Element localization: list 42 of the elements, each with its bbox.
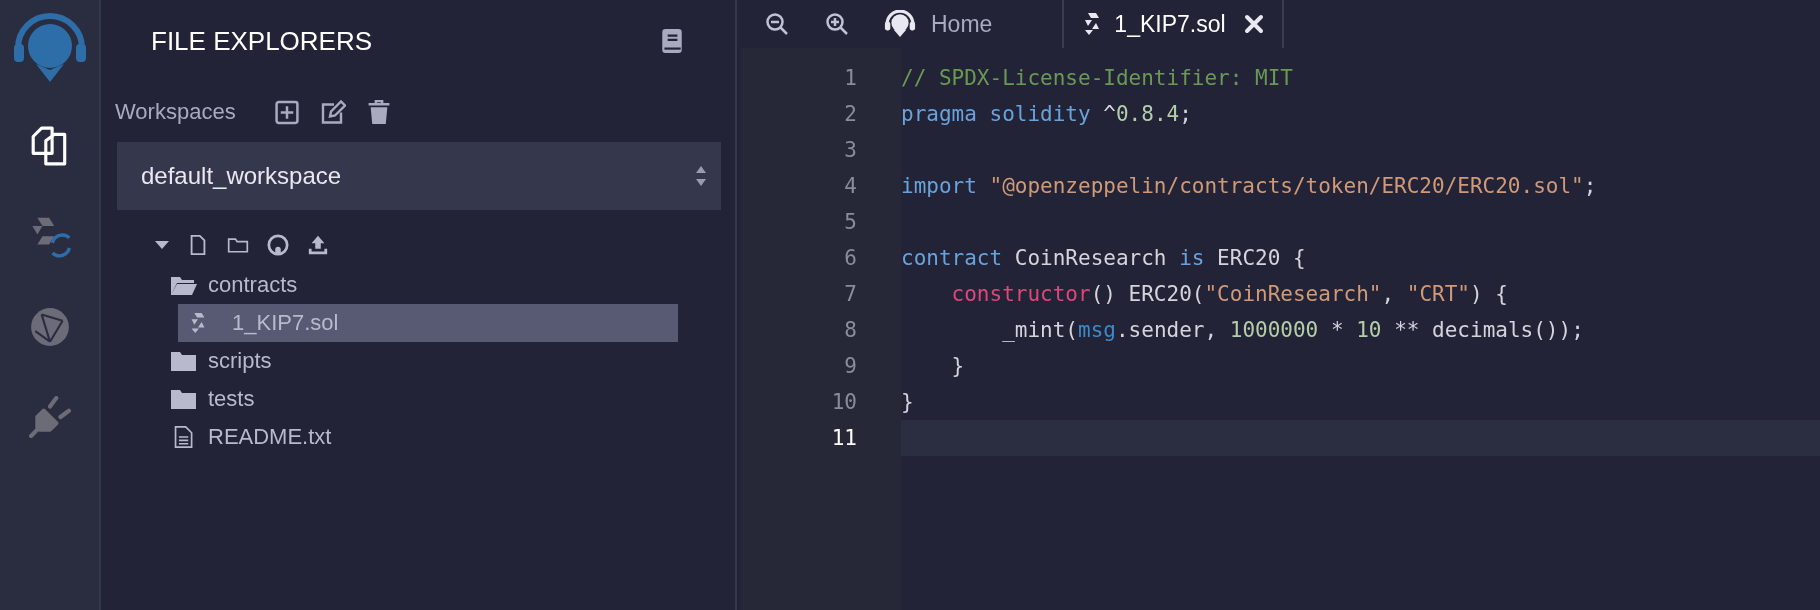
select-arrows-icon <box>695 165 707 187</box>
caret-icon[interactable] <box>155 240 169 250</box>
line-number: 1 <box>843 66 857 90</box>
solidity-icon <box>1084 12 1101 36</box>
line-number: 8 <box>843 318 857 342</box>
book-icon[interactable] <box>661 28 683 54</box>
code-line: constructor() ERC20("CoinResearch", "CRT") { <box>950 282 1508 306</box>
code-line: contract CoinResearch is ERC20 { <box>901 246 1306 270</box>
code-line: } <box>901 390 914 414</box>
zoom-in-icon[interactable] <box>825 12 849 36</box>
code-line: pragma solidity ^0.8.4; <box>901 102 1192 126</box>
tree-item[interactable]: contracts <box>170 266 686 304</box>
edit-icon[interactable] <box>319 99 346 125</box>
line-number: 6 <box>843 246 857 270</box>
add-icon[interactable] <box>273 99 300 125</box>
code-line: } <box>950 354 965 378</box>
zoom-out-icon[interactable] <box>765 12 789 36</box>
line-number: 10 <box>830 390 857 414</box>
tree-item[interactable]: tests <box>170 380 686 418</box>
line-number: 7 <box>843 282 857 306</box>
line-number: 11 <box>830 426 857 450</box>
folder-icon <box>170 350 198 372</box>
close-icon[interactable] <box>1243 14 1264 34</box>
upload-icon[interactable] <box>307 234 329 256</box>
plug-icon[interactable] <box>28 396 71 438</box>
solidity-icon <box>190 312 206 334</box>
panel-title: FILE EXPLORERS <box>151 25 373 57</box>
line-number: 3 <box>843 138 857 162</box>
tree-item[interactable]: scripts <box>170 342 686 380</box>
line-number: 2 <box>843 102 857 126</box>
code-line: import "@openzeppelin/contracts/token/ERC20/ERC20.sol"; <box>901 174 1597 198</box>
open-folder-icon <box>170 274 198 296</box>
headphones-logo-icon <box>883 10 917 38</box>
line-number: 5 <box>843 210 857 234</box>
code-line: _mint(msg.sender, 1000000 * 10 ** decimals()); <box>1001 318 1584 342</box>
workspace-select[interactable]: default_workspace <box>117 142 721 210</box>
folder-icon <box>170 388 198 410</box>
line-number: 4 <box>843 174 857 198</box>
tree-item[interactable]: README.txt <box>170 418 686 456</box>
workspaces-label: Workspaces <box>115 99 236 125</box>
line-number: 9 <box>843 354 857 378</box>
code-line: // SPDX-License-Identifier: MIT <box>901 66 1293 90</box>
